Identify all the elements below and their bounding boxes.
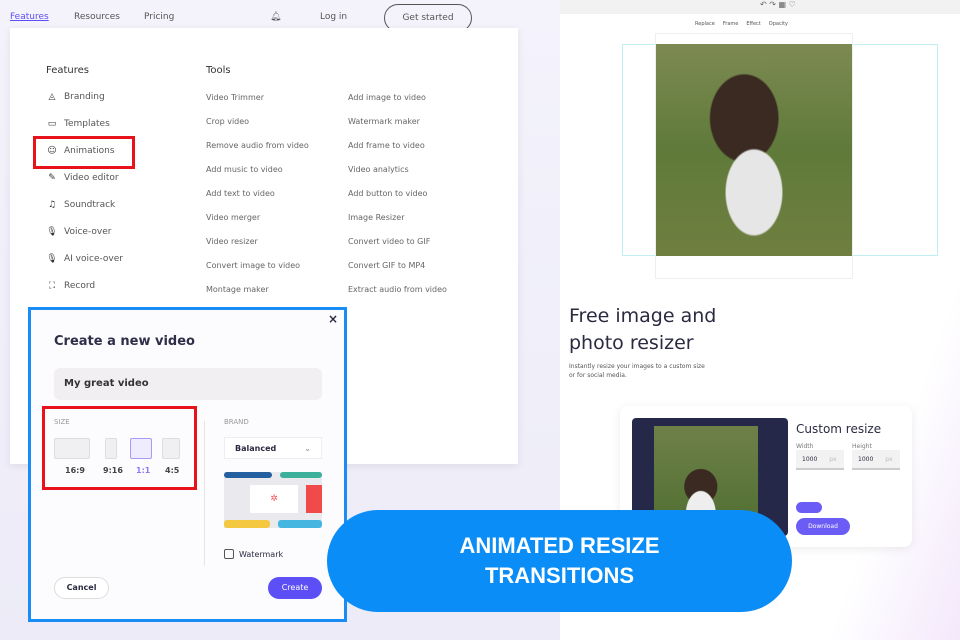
chevron-down-icon: ⌄ bbox=[304, 444, 311, 453]
tools-heading: Tools bbox=[206, 65, 231, 76]
effect-button[interactable]: Effect bbox=[746, 21, 760, 27]
size-1-1[interactable] bbox=[130, 438, 152, 459]
mic-icon: 🎙︎ bbox=[46, 227, 58, 237]
width-input[interactable]: 1000 px bbox=[796, 450, 844, 470]
palette-icon: ◬ bbox=[48, 92, 56, 102]
pencil-icon: ✎ bbox=[48, 173, 56, 183]
brand-select[interactable]: Balanced ⌄ bbox=[224, 437, 322, 459]
create-button[interactable]: Create bbox=[268, 577, 322, 599]
tool-link[interactable]: Convert video to GIF bbox=[348, 237, 430, 246]
nav-features[interactable]: Features bbox=[10, 12, 49, 22]
nav-resources[interactable]: Resources bbox=[74, 12, 120, 22]
brand-preview: ✲ bbox=[224, 472, 322, 528]
height-input[interactable]: 1000 px bbox=[852, 450, 900, 470]
tool-link[interactable]: Montage maker bbox=[206, 285, 269, 294]
tool-link[interactable]: Crop video bbox=[206, 117, 249, 126]
resizer-title: Free image and photo resizer bbox=[569, 305, 717, 354]
watermark-checkbox[interactable]: Watermark bbox=[224, 549, 283, 559]
close-icon[interactable]: × bbox=[328, 312, 338, 326]
tool-link[interactable]: Remove audio from video bbox=[206, 141, 309, 150]
divider bbox=[204, 421, 205, 566]
ai-mic-icon: 🎙︎ bbox=[46, 254, 58, 264]
video-name-input[interactable]: My great video bbox=[54, 368, 322, 400]
title-banner: ANIMATED RESIZE TRANSITIONS bbox=[327, 510, 792, 612]
feature-ai-voice-over[interactable]: 🎙︎ AI voice-over bbox=[46, 254, 123, 264]
height-label: Height bbox=[852, 443, 872, 450]
tool-link[interactable]: Image Resizer bbox=[348, 213, 405, 222]
size-label-4-5: 4:5 bbox=[165, 466, 180, 475]
feature-video-editor[interactable]: ✎ Video editor bbox=[46, 173, 118, 183]
dialog-title: Create a new video bbox=[54, 334, 195, 349]
tool-link[interactable]: Add frame to video bbox=[348, 141, 425, 150]
nav-pricing[interactable]: Pricing bbox=[144, 12, 174, 22]
banner-line-2: TRANSITIONS bbox=[484, 563, 635, 588]
card-title: Custom resize bbox=[796, 422, 882, 436]
cancel-button[interactable]: Cancel bbox=[54, 577, 109, 599]
resizer-subtitle: Instantly resize your images to a custom… bbox=[569, 363, 705, 379]
music-icon: ♫ bbox=[47, 200, 57, 210]
feature-soundtrack[interactable]: ♫ Soundtrack bbox=[46, 200, 115, 210]
tool-link[interactable]: Convert GIF to MP4 bbox=[348, 261, 425, 270]
width-label: Width bbox=[796, 443, 814, 450]
feature-voice-over[interactable]: 🎙︎ Voice-over bbox=[46, 227, 111, 237]
tool-link[interactable]: Add text to video bbox=[206, 189, 275, 198]
size-9-16[interactable] bbox=[105, 438, 117, 459]
feature-branding[interactable]: ◬ Branding bbox=[46, 92, 105, 102]
size-label-16-9: 16:9 bbox=[65, 466, 85, 475]
checkbox-icon bbox=[224, 549, 234, 559]
tool-link[interactable]: Add music to video bbox=[206, 165, 283, 174]
feature-record[interactable]: ⛶ Record bbox=[46, 281, 95, 291]
frame-button[interactable]: Frame bbox=[723, 21, 739, 27]
brand-label: BRAND bbox=[224, 418, 249, 426]
tool-link[interactable]: Convert image to video bbox=[206, 261, 300, 270]
woman-camera-photo bbox=[656, 44, 852, 256]
tool-link[interactable]: Extract audio from video bbox=[348, 285, 447, 294]
tool-link[interactable]: Video merger bbox=[206, 213, 260, 222]
size-label-1-1: 1:1 bbox=[136, 466, 151, 475]
size-label: SIZE bbox=[54, 418, 70, 426]
template-icon: ▭ bbox=[47, 119, 57, 129]
size-label-9-16: 9:16 bbox=[103, 466, 123, 475]
features-heading: Features bbox=[46, 65, 89, 76]
record-icon: ⛶ bbox=[48, 281, 56, 291]
size-4-5[interactable] bbox=[162, 438, 180, 459]
replace-button[interactable]: Replace bbox=[695, 21, 715, 27]
tool-link[interactable]: Video analytics bbox=[348, 165, 409, 174]
nav-login[interactable]: Log in bbox=[320, 12, 347, 22]
size-16-9[interactable] bbox=[54, 438, 90, 459]
editor-toolbar: Replace Frame Effect Opacity bbox=[692, 18, 791, 29]
bell-icon[interactable]: 🔔︎ bbox=[270, 12, 281, 22]
download-button[interactable]: Download bbox=[796, 518, 850, 535]
highlight-animations bbox=[33, 136, 135, 169]
tool-link[interactable]: Video resizer bbox=[206, 237, 258, 246]
tool-link[interactable]: Watermark maker bbox=[348, 117, 420, 126]
small-button[interactable] bbox=[796, 502, 822, 513]
banner-line-1: ANIMATED RESIZE bbox=[459, 533, 660, 558]
editor-topbar: ↶ ↷ ▦ ♡ bbox=[560, 0, 960, 14]
create-video-dialog: × Create a new video My great video SIZE… bbox=[28, 307, 347, 622]
opacity-button[interactable]: Opacity bbox=[769, 21, 788, 27]
tool-link[interactable]: Video Trimmer bbox=[206, 93, 264, 102]
tool-link[interactable]: Add image to video bbox=[348, 93, 426, 102]
feature-templates[interactable]: ▭ Templates bbox=[46, 119, 110, 129]
tool-link[interactable]: Add button to video bbox=[348, 189, 427, 198]
